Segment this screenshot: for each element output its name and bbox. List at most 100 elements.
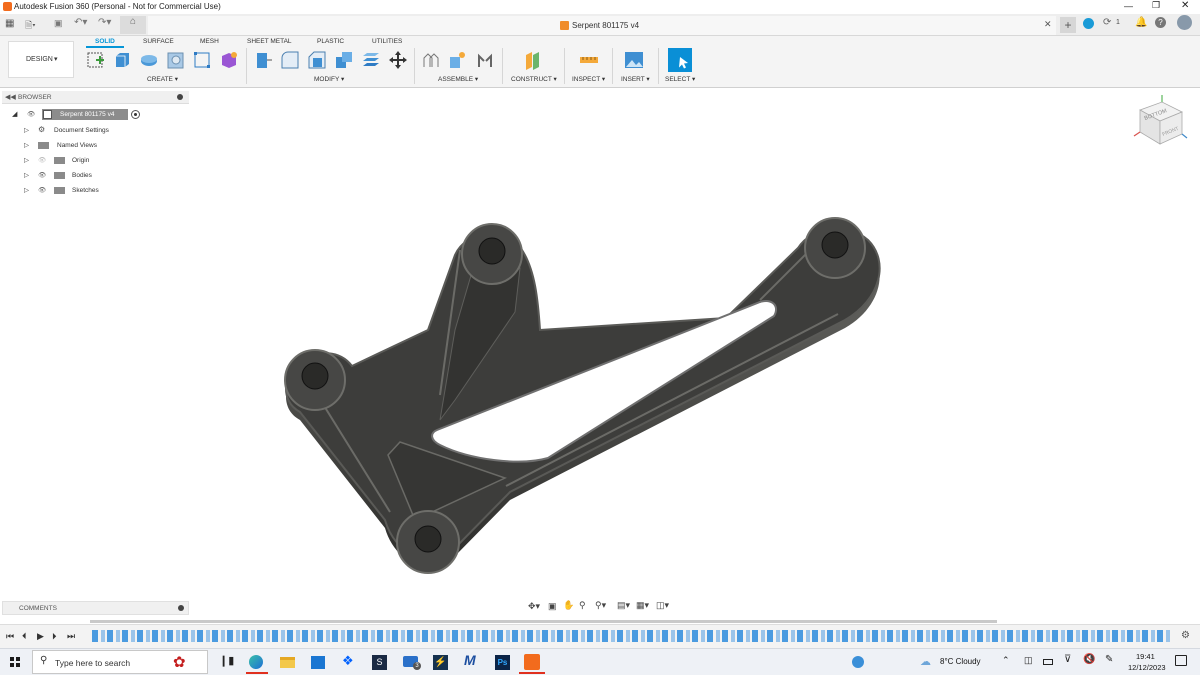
zoom-icon[interactable]: ⚲ (579, 600, 586, 611)
create-form-icon[interactable] (219, 50, 239, 70)
tab-plastic[interactable]: PLASTIC (317, 38, 344, 45)
comments-panel[interactable]: COMMENTS (2, 601, 189, 615)
display-settings-icon[interactable]: ▤▾ (617, 600, 630, 611)
chamfer-icon[interactable] (307, 50, 327, 70)
weather-text[interactable]: 8°C Cloudy (940, 657, 981, 666)
step-back-icon[interactable]: ⏴ (22, 631, 27, 642)
group-construct[interactable]: CONSTRUCT ▾ (511, 75, 557, 83)
store-icon[interactable] (311, 656, 325, 669)
panel-options-icon[interactable] (177, 94, 183, 100)
rectangular-pattern-icon[interactable] (192, 50, 212, 70)
photoshop-icon[interactable]: Ps (495, 655, 510, 670)
windows-start-icon[interactable] (10, 657, 20, 667)
as-built-joint-icon[interactable] (475, 50, 495, 70)
close-tab-icon[interactable]: ✕ (1044, 19, 1052, 30)
fit-icon[interactable]: ⚲▾ (595, 600, 606, 611)
notifications-icon[interactable]: 🔔 (1135, 17, 1147, 28)
go-to-start-icon[interactable]: ⏮ (6, 631, 14, 642)
pan-icon[interactable]: ✋ (563, 600, 574, 611)
timeline-features[interactable] (92, 630, 1170, 642)
file-menu-icon[interactable]: 🗎▾ (25, 18, 36, 34)
pen-icon[interactable]: ✎ (1105, 654, 1113, 665)
revolve-icon[interactable] (139, 50, 159, 70)
combine-icon[interactable] (334, 50, 354, 70)
expand-arrow-icon[interactable]: ▷ (24, 186, 29, 194)
redo-icon[interactable]: ↷▾ (98, 17, 111, 28)
minimize-button[interactable]: — (1124, 1, 1133, 11)
move-icon[interactable] (388, 50, 408, 70)
step-forward-icon[interactable]: ⏵ (52, 631, 57, 642)
wifi-icon[interactable]: ⊽ (1064, 654, 1071, 665)
usb-icon[interactable]: ◫ (1024, 655, 1033, 666)
offset-face-icon[interactable] (361, 50, 381, 70)
home-tab[interactable]: ⌂ (120, 16, 146, 34)
file-explorer-icon[interactable] (280, 657, 295, 668)
visibility-eye-icon[interactable]: 👁 (27, 110, 35, 118)
show-hidden-icons[interactable]: ⌃ (1002, 655, 1010, 666)
timeline-settings-icon[interactable]: ⚙ (1181, 630, 1190, 641)
undo-icon[interactable]: ↶▾ (74, 17, 87, 28)
group-assemble[interactable]: ASSEMBLE ▾ (438, 75, 478, 83)
tab-utilities[interactable]: UTILITIES (372, 38, 402, 45)
visibility-eye-icon[interactable]: 👁 (38, 171, 46, 179)
browser-item-bodies[interactable]: Bodies (72, 172, 92, 179)
browser-root-node[interactable]: Serpent 801175 v4 (42, 109, 128, 120)
insert-image-icon[interactable] (624, 50, 644, 70)
panel-options-icon[interactable] (178, 605, 184, 611)
look-at-icon[interactable]: ▣ (548, 601, 557, 612)
restore-button[interactable]: ❐ (1152, 0, 1160, 11)
browser-item-origin[interactable]: Origin (72, 157, 89, 164)
clock-time[interactable]: 19:41 (1136, 652, 1155, 661)
save-icon[interactable]: ▣ (54, 18, 63, 29)
bracket-part[interactable] (284, 217, 881, 574)
measure-icon[interactable] (579, 50, 599, 70)
go-to-end-icon[interactable]: ⏭ (67, 631, 75, 642)
group-modify[interactable]: MODIFY ▾ (314, 75, 344, 83)
document-tab[interactable]: Serpent 801175 v4 ✕ (148, 16, 1056, 35)
visibility-eye-icon[interactable]: 👁 (38, 186, 46, 194)
group-inspect[interactable]: INSPECT ▾ (572, 75, 605, 83)
create-sketch-icon[interactable] (86, 50, 106, 70)
tab-surface[interactable]: SURFACE (143, 38, 174, 45)
group-create[interactable]: CREATE ▾ (147, 75, 178, 83)
edge-icon[interactable] (249, 655, 263, 669)
winscp-icon[interactable]: S (372, 655, 387, 670)
tab-mesh[interactable]: MESH (200, 38, 219, 45)
select-cursor-icon[interactable] (668, 48, 692, 72)
tab-sheet-metal[interactable]: SHEET METAL (247, 38, 292, 45)
taskbar-search-box[interactable]: ⚲ Type here to search ✿ (32, 650, 208, 674)
browser-item-document-settings[interactable]: Document Settings (54, 127, 109, 134)
clock-date[interactable]: 12/12/2023 (1128, 663, 1166, 672)
malwarebytes-icon[interactable]: M (464, 652, 476, 668)
hidden-eye-icon[interactable]: 👁 (38, 156, 46, 164)
orbit-icon[interactable]: ✥▾ (528, 601, 540, 612)
play-icon[interactable]: ▶ (37, 631, 44, 642)
grid-settings-icon[interactable]: ▦▾ (636, 600, 649, 611)
timeline-scrollbar[interactable] (90, 620, 997, 623)
app-taskbar-icon[interactable]: ⚡ (433, 655, 448, 670)
dropbox-icon[interactable]: ❖ (342, 653, 354, 669)
weather-app-icon[interactable] (852, 656, 864, 668)
browser-item-named-views[interactable]: Named Views (57, 142, 97, 149)
expand-arrow-icon[interactable]: ▷ (24, 126, 29, 134)
group-insert[interactable]: INSERT ▾ (621, 75, 650, 83)
expand-arrow-icon[interactable]: ◢ (12, 110, 17, 118)
battery-icon[interactable] (1043, 659, 1053, 665)
model-viewport[interactable] (190, 104, 1200, 620)
volume-muted-icon[interactable]: 🔇 (1083, 654, 1095, 665)
notification-center-icon[interactable] (1175, 655, 1187, 666)
data-panel-icon[interactable] (1083, 18, 1094, 29)
expand-arrow-icon[interactable]: ▷ (24, 171, 29, 179)
user-avatar[interactable] (1177, 15, 1192, 30)
expand-arrow-icon[interactable]: ▷ (24, 156, 29, 164)
new-component-icon[interactable] (421, 50, 441, 70)
task-view-icon[interactable]: ❙▮ (219, 654, 234, 667)
joint-icon[interactable] (448, 50, 468, 70)
new-tab-button[interactable]: + (1060, 17, 1076, 33)
expand-arrow-icon[interactable]: ▷ (24, 141, 29, 149)
hole-icon[interactable] (166, 50, 186, 70)
extrude-icon[interactable] (112, 50, 132, 70)
group-select[interactable]: SELECT ▾ (665, 75, 695, 83)
tab-solid[interactable]: SOLID (95, 38, 115, 45)
browser-item-sketches[interactable]: Sketches (72, 187, 99, 194)
